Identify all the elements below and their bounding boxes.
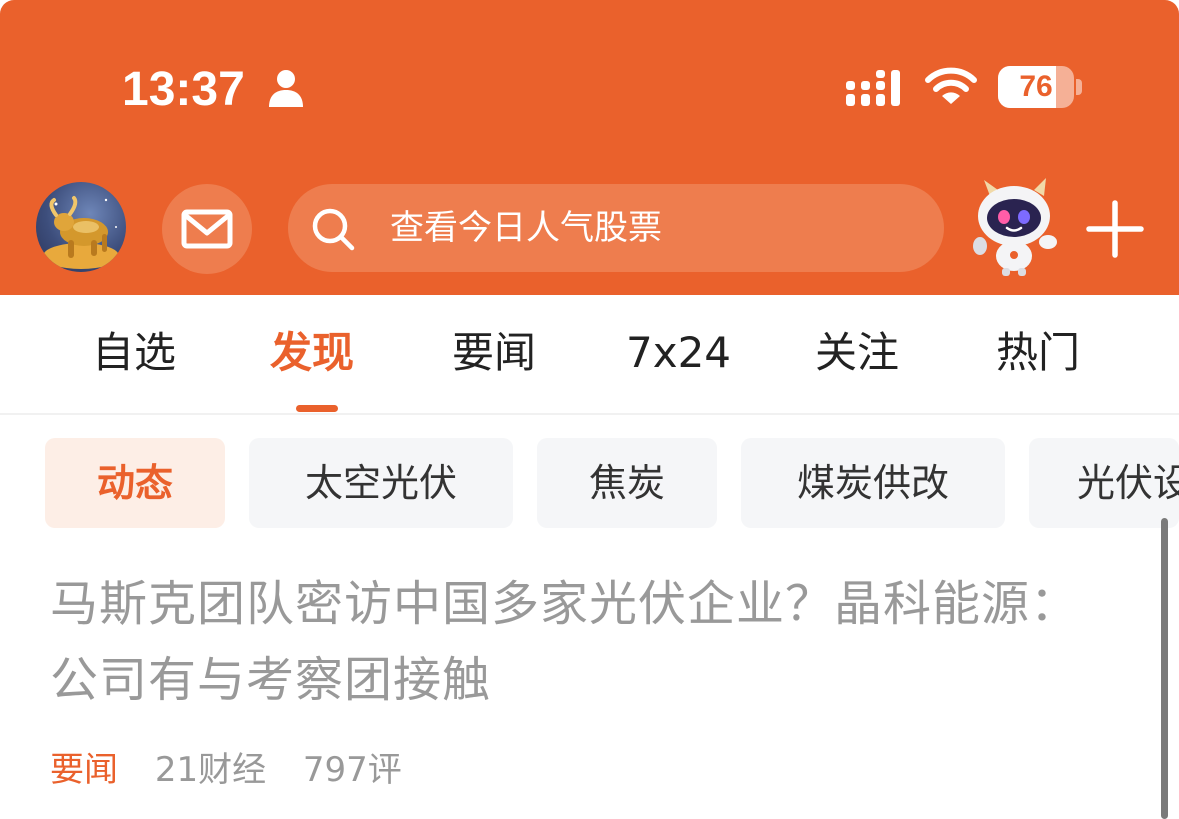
top-tab-bar: 自选 发现 要闻 7x24 关注 热门 [0, 295, 1179, 415]
chip-coke[interactable]: 焦炭 [537, 438, 717, 528]
wifi-icon [925, 67, 977, 104]
battery-percent: 76 [1019, 70, 1053, 103]
battery-indicator: 76 [998, 66, 1074, 108]
chip-coal-supply-reform[interactable]: 煤炭供改 [741, 438, 1005, 528]
plus-icon[interactable] [1086, 200, 1144, 258]
mail-icon [181, 209, 233, 249]
app-screen: 13:37 76 查看今日人气股票 自选 发现 要闻 7x24 关注 热门 动态… [0, 0, 1179, 819]
app-header: 13:37 76 查看今日人气股票 [0, 0, 1179, 295]
tab-watchlist[interactable]: 自选 [92, 325, 176, 381]
chip-dynamics[interactable]: 动态 [45, 438, 225, 528]
chip-photovoltaic-equipment[interactable]: 光伏设 [1029, 438, 1179, 528]
search-placeholder: 查看今日人气股票 [390, 208, 662, 248]
article-comment-count: 797评 [302, 750, 402, 790]
avatar[interactable] [36, 182, 126, 272]
search-input[interactable]: 查看今日人气股票 [288, 184, 944, 272]
scrollbar[interactable] [1161, 518, 1168, 819]
battery-cap [1076, 79, 1082, 95]
tab-trending[interactable]: 热门 [996, 325, 1080, 381]
mail-button[interactable] [162, 184, 252, 274]
cellular-signal-icon [846, 70, 900, 106]
article-title[interactable]: 马斯克团队密访中国多家光伏企业？晶科能源：公司有与考察团接触 [50, 566, 1110, 718]
article-source: 21财经 [154, 750, 267, 790]
chip-space-photovoltaic[interactable]: 太空光伏 [249, 438, 513, 528]
article-meta: 要闻 21财经 797评 [50, 748, 402, 792]
tab-news[interactable]: 要闻 [452, 325, 536, 381]
article-tag: 要闻 [50, 750, 118, 790]
tab-following[interactable]: 关注 [815, 325, 899, 381]
robot-mascot-icon[interactable] [962, 176, 1072, 276]
golden-bull-avatar [43, 196, 119, 269]
person-icon [269, 70, 303, 107]
status-time: 13:37 [122, 63, 245, 116]
active-tab-indicator [296, 405, 338, 412]
tab-discover[interactable]: 发现 [270, 325, 354, 381]
tab-7x24[interactable]: 7x24 [626, 325, 731, 381]
search-icon [312, 208, 355, 251]
